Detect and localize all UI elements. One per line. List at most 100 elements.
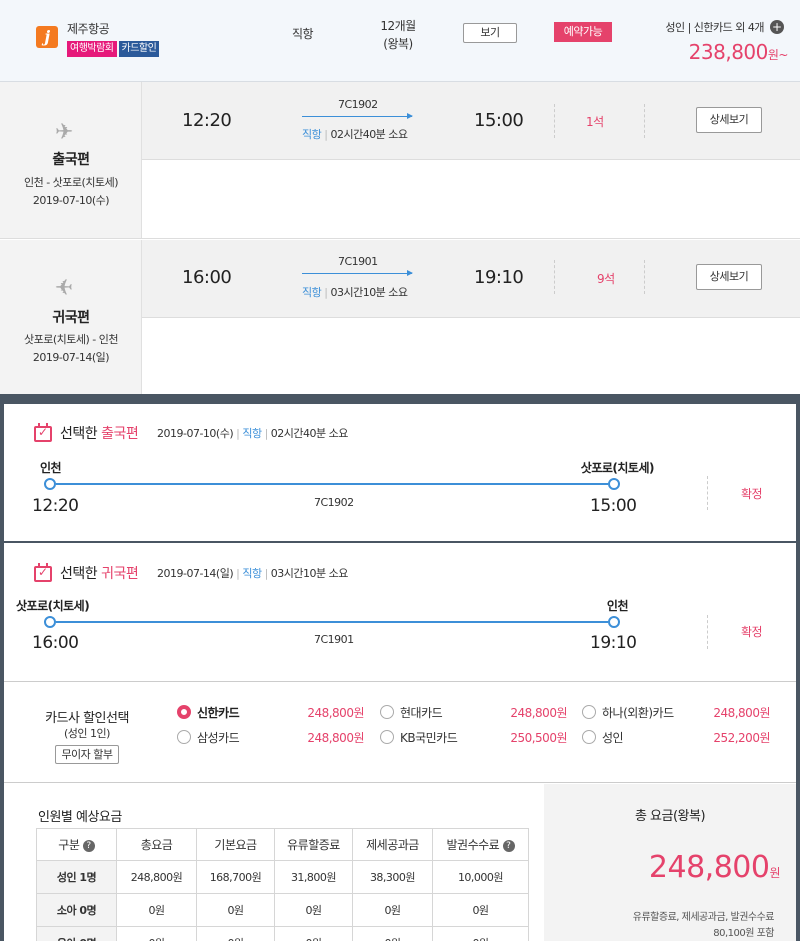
selected-in-to: 인천 bbox=[606, 599, 629, 613]
radio-card-kb[interactable] bbox=[380, 730, 394, 744]
selected-title-prefix: 선택한 bbox=[60, 426, 98, 442]
selected-in-duration: 03시간10분 소요 bbox=[270, 567, 349, 580]
outbound-detail-button[interactable]: 상세보기 bbox=[696, 107, 762, 133]
section-separator bbox=[0, 394, 800, 404]
card-name-adult: 성인 bbox=[602, 731, 624, 745]
destination-dot bbox=[608, 478, 620, 490]
view-button[interactable]: 보기 bbox=[463, 23, 517, 43]
plane-arrival-icon: ✈ bbox=[55, 276, 73, 301]
summary-price-suffix: 원~ bbox=[767, 48, 789, 62]
divider bbox=[644, 104, 645, 138]
radio-card-shinhan[interactable] bbox=[177, 705, 191, 719]
card-price-samsung: 248,800원 bbox=[307, 731, 364, 745]
radio-adult[interactable] bbox=[582, 730, 596, 744]
tag-expo: 여행박람회 bbox=[67, 41, 117, 57]
destination-dot bbox=[608, 616, 620, 628]
origin-dot bbox=[44, 478, 56, 490]
inbound-label: 귀국편 bbox=[52, 310, 90, 326]
outbound-route: 인천 - 삿포로(치토세) bbox=[23, 176, 119, 189]
flight-type: 직항 bbox=[292, 27, 314, 41]
inbound-arrive-time: 19:10 bbox=[474, 267, 524, 288]
selected-inbound-meta: 2019-07-14(일) | 직항 | 03시간10분 소요 bbox=[157, 567, 349, 580]
fare-cell: 0원 bbox=[116, 893, 197, 927]
outbound-date: 2019-07-10(수) bbox=[32, 194, 110, 207]
outbound-type: 직항 bbox=[302, 128, 322, 141]
fare-table: 구분 ? 총요금 기본요금 유류할증료 제세공과금 발권수수료 ? 성인 1명 … bbox=[36, 828, 529, 941]
fare-header-total: 총요금 bbox=[116, 828, 197, 861]
arrow-right-icon bbox=[302, 270, 413, 276]
total-title: 총 요금(왕복) bbox=[634, 809, 706, 824]
fare-row-label: 성인 1명 bbox=[36, 860, 117, 894]
selected-outbound-meta: 2019-07-10(수) | 직항 | 02시간40분 소요 bbox=[157, 427, 349, 440]
selected-inbound-title: 선택한 귀국편 bbox=[60, 563, 139, 583]
fare-header-fuel: 유류할증료 bbox=[274, 828, 353, 861]
card-name-hana: 하나(외환)카드 bbox=[602, 706, 674, 720]
selected-title-prefix: 선택한 bbox=[60, 566, 98, 582]
help-icon[interactable]: ? bbox=[82, 839, 95, 852]
tag-card-discount: 카드할인 bbox=[118, 41, 160, 57]
origin-dot bbox=[44, 616, 56, 628]
card-discount-title: 카드사 할인선택 bbox=[45, 711, 129, 726]
fare-cell: 0원 bbox=[116, 926, 197, 941]
table-row: 성인 1명 248,800원 168,700원 31,800원 38,300원 … bbox=[36, 860, 529, 894]
selected-out-duration: 02시간40분 소요 bbox=[270, 427, 349, 440]
plane-departure-icon: ✈ bbox=[55, 120, 73, 145]
fare-row-label: 유아 0명 bbox=[36, 926, 117, 941]
divider bbox=[554, 104, 555, 138]
selected-in-date: 2019-07-14(일) bbox=[157, 567, 234, 580]
fare-row-label: 소아 0명 bbox=[36, 893, 117, 927]
frame-right bbox=[796, 404, 800, 941]
fare-cell: 248,800원 bbox=[116, 860, 197, 894]
selected-in-from: 삿포로(치토세) bbox=[16, 599, 90, 613]
card-price-kb: 250,500원 bbox=[510, 731, 567, 745]
selected-in-depart: 16:00 bbox=[32, 633, 79, 653]
selected-in-confirm: 확정 bbox=[741, 625, 763, 639]
inbound-flight-no: 7C1901 bbox=[338, 255, 378, 268]
selected-outbound: 선택한 출국편 2019-07-10(수) | 직항 | 02시간40분 소요 … bbox=[4, 404, 796, 543]
radio-card-hyundai[interactable] bbox=[380, 705, 394, 719]
fare-cell: 10,000원 bbox=[432, 860, 529, 894]
outbound-arrive-time: 15:00 bbox=[474, 110, 524, 131]
summary-price-value: 238,800 bbox=[688, 40, 769, 64]
inbound-date: 2019-07-14(일) bbox=[32, 351, 110, 364]
tag-list: 여행박람회 카드할인 bbox=[67, 40, 161, 57]
outbound-flight-row[interactable]: 12:20 7C1902 직항 | 02시간40분 소요 15:00 1석 상세… bbox=[142, 82, 800, 160]
trip-duration: 12개월 (왕복) bbox=[370, 17, 426, 53]
trip-duration-line2: (왕복) bbox=[383, 37, 413, 51]
fare-cell: 31,800원 bbox=[274, 860, 353, 894]
inbound-route: 삿포로(치토세) - 인천 bbox=[23, 333, 119, 346]
inbound-depart-time: 16:00 bbox=[182, 267, 232, 288]
selected-out-depart: 12:20 bbox=[32, 496, 79, 516]
fare-cell: 0원 bbox=[432, 926, 529, 941]
fare-header-row: 구분 ? 총요금 기본요금 유류할증료 제세공과금 발권수수료 ? bbox=[36, 828, 529, 861]
flight-summary-row: j 제주항공 여행박람회 카드할인 직항 12개월 (왕복) 보기 예약가능 성인… bbox=[0, 0, 800, 82]
selected-out-from: 인천 bbox=[40, 461, 62, 475]
card-name-hyundai: 현대카드 bbox=[400, 706, 443, 720]
passenger-info: 성인 | 신한카드 외 4개 bbox=[665, 21, 764, 34]
total-panel: 총 요금(왕복) 248,800원 유류할증료, 제세공과금, 발권수수료 80… bbox=[544, 784, 796, 941]
help-icon[interactable]: ? bbox=[502, 839, 515, 852]
divider bbox=[554, 260, 555, 294]
outbound-seats: 1석 bbox=[586, 115, 604, 129]
installment-button[interactable]: 무이자 할부 bbox=[55, 745, 119, 764]
arrow-right-icon bbox=[302, 113, 413, 119]
card-price-shinhan: 248,800원 bbox=[307, 706, 364, 720]
selected-out-to: 삿포로(치토세) bbox=[580, 461, 655, 475]
selected-in-type: 직항 bbox=[242, 567, 262, 580]
summary-price: 238,800원~ bbox=[650, 40, 789, 64]
selected-outbound-title: 선택한 출국편 bbox=[60, 423, 139, 443]
inbound-flight-meta: 직항 | 03시간10분 소요 bbox=[302, 286, 408, 299]
outbound-depart-time: 12:20 bbox=[182, 110, 232, 131]
inbound-detail-button[interactable]: 상세보기 bbox=[696, 264, 762, 290]
inbound-flight-row[interactable]: 16:00 7C1901 직항 | 03시간10분 소요 19:10 9석 상세… bbox=[142, 240, 800, 318]
radio-card-hana[interactable] bbox=[582, 705, 596, 719]
selected-title-label: 귀국편 bbox=[101, 566, 139, 582]
divider bbox=[707, 615, 708, 649]
status-badge: 예약가능 bbox=[554, 22, 612, 42]
fare-cell: 0원 bbox=[352, 926, 433, 941]
plus-icon[interactable]: + bbox=[770, 20, 784, 34]
card-price-adult: 252,200원 bbox=[713, 731, 770, 745]
fare-cell: 38,300원 bbox=[352, 860, 433, 894]
radio-card-samsung[interactable] bbox=[177, 730, 191, 744]
fare-header-category: 구분 ? bbox=[36, 828, 117, 861]
